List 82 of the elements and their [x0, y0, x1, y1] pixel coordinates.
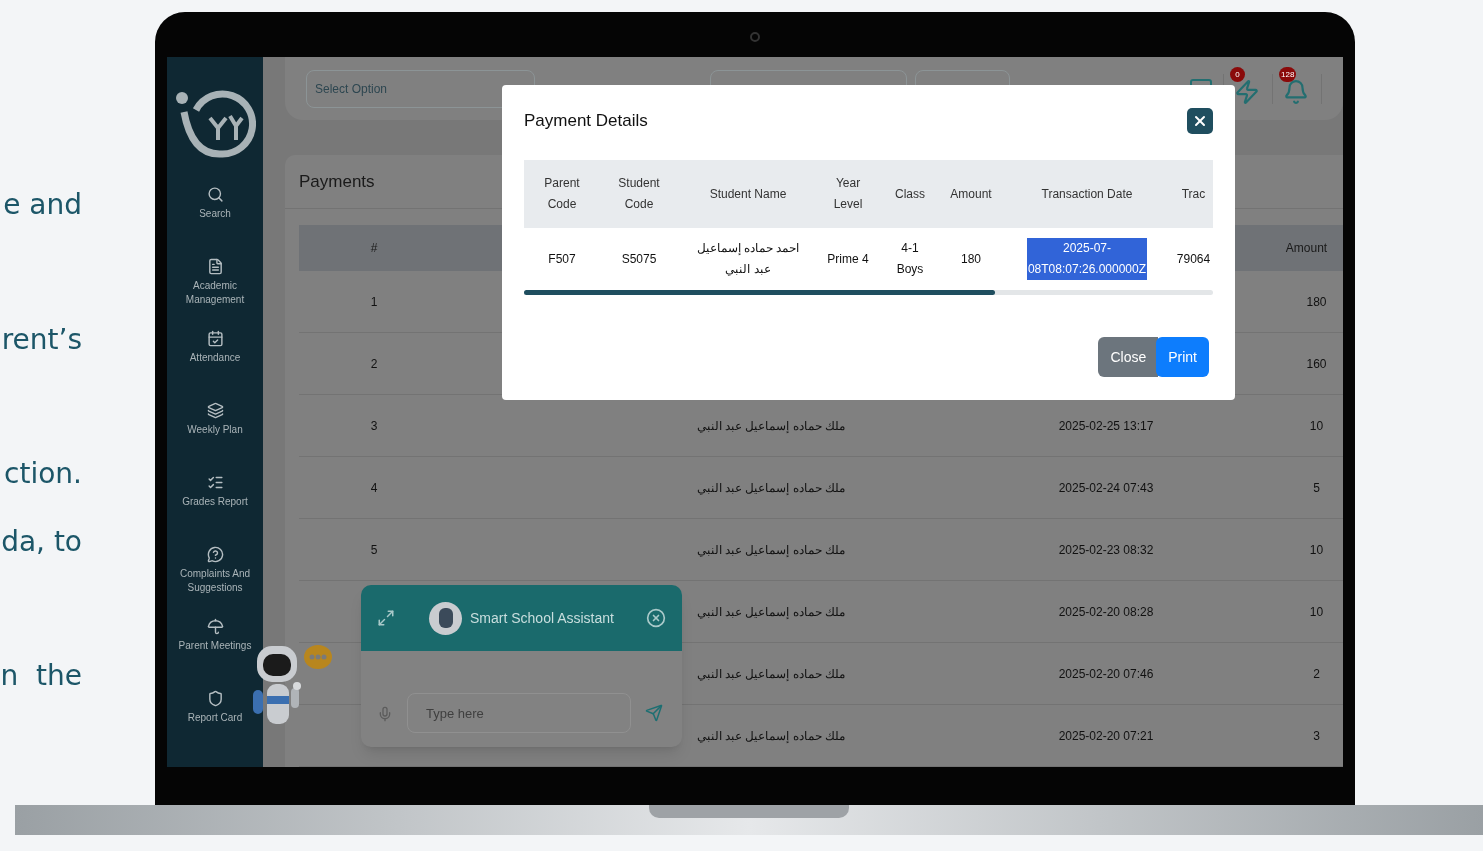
- column-header: Trac: [1181, 185, 1206, 203]
- table-cell-text: ملك حماده إسماعيل عبد النبي: [696, 541, 846, 559]
- table-cell-text: ملك حماده إسماعيل عبد النبي: [696, 727, 846, 745]
- print-button[interactable]: Print: [1156, 337, 1209, 377]
- scrollbar[interactable]: [524, 290, 1213, 295]
- message-field[interactable]: Type here: [407, 693, 631, 733]
- shield-icon: [206, 690, 224, 707]
- column-header: Year Level: [832, 175, 864, 213]
- column-header: Student Code: [617, 175, 661, 213]
- table-cell-text: 180: [961, 250, 981, 268]
- table-cell-text: 180: [1306, 293, 1327, 311]
- table-cell-text: 79064: [1176, 250, 1211, 268]
- card-title: Payments: [299, 170, 375, 193]
- table-cell-text: 1: [370, 293, 378, 311]
- close-button[interactable]: Close: [1098, 337, 1159, 377]
- table-cell-text: 2025-02-20 08:28: [1058, 603, 1154, 621]
- sidebar-item[interactable]: Weekly Plan: [167, 398, 263, 470]
- table-cell-text: 160: [1306, 355, 1327, 373]
- column-header: #: [369, 240, 379, 257]
- table-cell-text: Prime 4: [827, 250, 869, 268]
- sidebar-item[interactable]: Search: [167, 182, 263, 254]
- search-icon: [206, 186, 224, 203]
- table-cell-text: 2: [370, 355, 378, 373]
- body-text: rent’s: [1, 322, 82, 358]
- close-icon: [1192, 113, 1208, 129]
- umbrella-icon: [206, 618, 224, 635]
- table-cell-text: F507: [548, 250, 576, 268]
- question-bubble-icon: [206, 546, 224, 563]
- body-text: n the: [0, 658, 82, 694]
- table-cell-text: احمد حماده إسماعيل عبد النبي: [695, 240, 801, 278]
- table-cell-text: 3: [370, 417, 378, 435]
- table-cell-text: 10: [1309, 603, 1324, 621]
- column-header: Class: [895, 185, 925, 203]
- column-header: Transaction Date: [1041, 185, 1133, 203]
- table-cell-text: 3: [1313, 727, 1320, 745]
- sidebar-item[interactable]: Complaints And Suggestions: [167, 542, 263, 614]
- body-text: e and: [3, 187, 82, 223]
- close-button[interactable]: [1187, 108, 1213, 134]
- table-cell-text: 2025-02-20 07:21: [1058, 727, 1154, 745]
- table-cell-text: 2025-02-24 07:43: [1058, 479, 1154, 497]
- camera-icon: [750, 32, 760, 42]
- dialog-title: Payment Details: [524, 110, 648, 133]
- close-icon[interactable]: [646, 608, 666, 628]
- table-cell-text: S5075: [621, 250, 657, 268]
- column-header: Parent Code: [543, 175, 581, 213]
- sidebar-item[interactable]: Report Card: [167, 686, 263, 758]
- table-cell-text: ملك حماده إسماعيل عبد النبي: [696, 417, 846, 435]
- chat-title: Smart School Assistant: [470, 608, 614, 628]
- logo-icon: [174, 90, 256, 160]
- sidebar-item[interactable]: Parent Meetings: [167, 614, 263, 686]
- table-cell-text: 4-1 Boys: [895, 240, 925, 278]
- column-header: Amount: [950, 185, 992, 203]
- sidebar-item[interactable]: Attendance: [167, 326, 263, 398]
- table-cell-text: 10: [1309, 541, 1324, 559]
- table-cell-text: 2025-02-25 13:17: [1058, 417, 1154, 435]
- count-badge: 128: [1279, 66, 1297, 82]
- calendar-icon: [206, 330, 224, 347]
- column-header: Student Name: [709, 185, 787, 203]
- sidebar-item[interactable]: Academic Management: [167, 254, 263, 326]
- sidebar-item[interactable]: Grades Report: [167, 470, 263, 542]
- count-badge: 0: [1230, 66, 1245, 82]
- table-cell-text: ملك حماده إسماعيل عبد النبي: [696, 603, 846, 621]
- table-cell-text: ملك حماده إسماعيل عبد النبي: [696, 665, 846, 683]
- expand-icon[interactable]: [377, 609, 395, 627]
- table-cell-text: 5: [370, 541, 378, 559]
- table-cell-text: 5: [1313, 479, 1320, 497]
- body-text: ction.: [4, 456, 82, 492]
- avatar-icon: [429, 601, 462, 635]
- table-cell-text: 2025-02-20 07:46: [1058, 665, 1154, 683]
- lightning-icon[interactable]: [1234, 78, 1260, 105]
- bell-icon[interactable]: [1283, 78, 1309, 105]
- document-icon: [206, 258, 224, 275]
- table-cell-text: 2: [1313, 665, 1320, 683]
- checklist-icon: [206, 474, 224, 491]
- table-cell-text: 4: [370, 479, 378, 497]
- table-cell-text: ملك حماده إسماعيل عبد النبي: [696, 479, 846, 497]
- table-cell-text: 10: [1309, 417, 1324, 435]
- body-text: da, to: [1, 524, 82, 560]
- table-cell: 2025-07-08T08:07:26.000000Z: [1027, 238, 1147, 280]
- column-header: Amount: [1284, 240, 1329, 257]
- table-cell-text: 2025-02-23 08:32: [1058, 541, 1154, 559]
- stack-icon: [206, 402, 224, 419]
